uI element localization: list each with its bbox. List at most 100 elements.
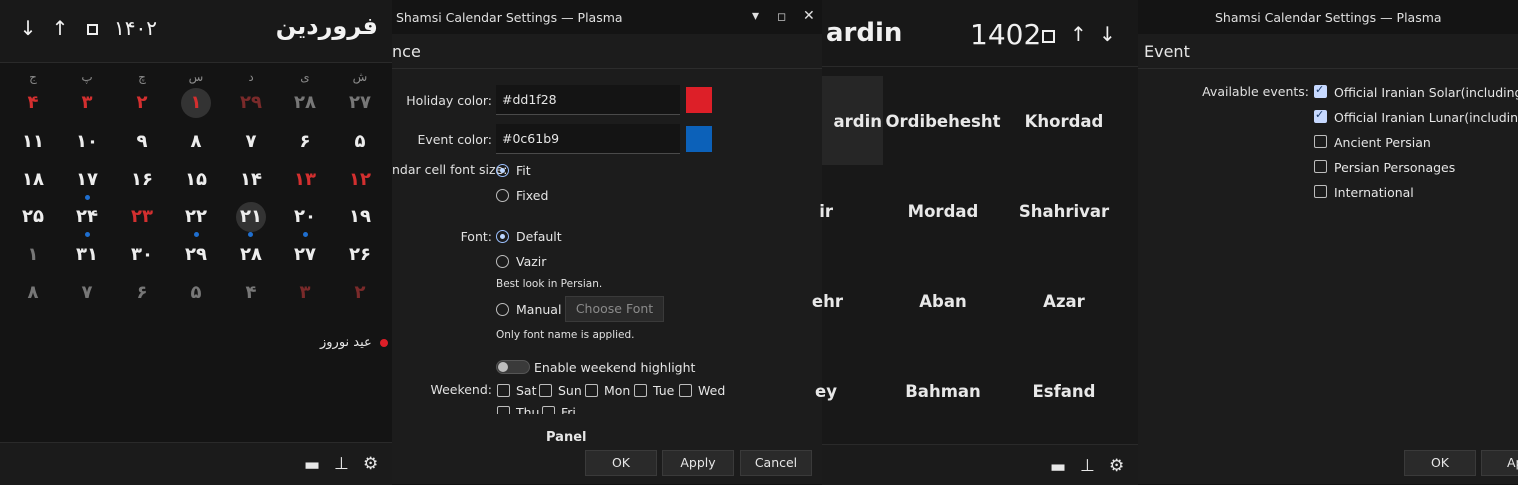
calendar-day[interactable]: ۱	[176, 92, 216, 113]
month-cell[interactable]: ehr	[762, 292, 843, 311]
today-square-icon[interactable]	[82, 16, 102, 40]
weekend-wed-checkbox[interactable]	[679, 384, 692, 397]
calendar-day[interactable]: ۱۷	[67, 169, 107, 190]
fit-radio[interactable]	[496, 164, 509, 177]
calendar-day[interactable]: ۱۸	[13, 169, 53, 190]
weekend-thu-checkbox[interactable]	[497, 406, 510, 414]
gear-icon[interactable]: ⚙	[363, 454, 378, 474]
calendar-day[interactable]: ۳۰	[122, 244, 162, 265]
manual-font-radio[interactable]	[496, 303, 509, 316]
holiday-color-field[interactable]: #dd1f28	[496, 85, 680, 115]
weekend-highlight-toggle[interactable]	[496, 360, 530, 374]
event-color-swatch[interactable]	[686, 126, 712, 152]
calendar-day[interactable]: ۲۸	[231, 244, 271, 265]
calendar-day[interactable]: ۳۱	[67, 244, 107, 265]
pin-icon[interactable]: ⊥	[334, 454, 349, 474]
arrow-up-icon[interactable]: ↑	[50, 16, 70, 40]
calendar-day[interactable]: ۳	[285, 282, 325, 303]
event-checkbox-international[interactable]	[1314, 185, 1327, 198]
vazir-font-radio[interactable]	[496, 255, 509, 268]
month-cell[interactable]: Shahrivar	[1004, 202, 1124, 221]
apply-button[interactable]: Apply	[662, 450, 734, 476]
close-icon[interactable]: ✕	[803, 8, 815, 24]
ok-button[interactable]: OK	[585, 450, 657, 476]
choose-font-button[interactable]: Choose Font	[565, 296, 664, 322]
calendar-day[interactable]: ۲۸	[285, 92, 325, 113]
chat-icon[interactable]: ▬	[1050, 457, 1066, 477]
ok-button[interactable]: OK	[1404, 450, 1476, 476]
month-cell[interactable]: ir	[762, 202, 833, 221]
default-font-radio[interactable]	[496, 230, 509, 243]
holiday-color-swatch[interactable]	[686, 87, 712, 113]
pin-icon[interactable]: ⊥	[1080, 456, 1095, 476]
calendar-day[interactable]: ۱۵	[176, 169, 216, 190]
calendar-day[interactable]: ۶	[285, 131, 325, 152]
month-cell[interactable]: Bahman	[883, 382, 1003, 401]
event-checkbox-solar[interactable]	[1314, 83, 1327, 98]
calendar-day[interactable]: ۱	[13, 244, 53, 265]
calendar-day[interactable]: ۲۳	[122, 206, 162, 227]
calendar-day[interactable]: ۷	[231, 131, 271, 152]
calendar-day[interactable]: ۱۰	[67, 131, 107, 152]
month-view-title: ardin	[826, 18, 903, 48]
calendar-day[interactable]: ۸	[13, 282, 53, 303]
month-cell[interactable]: ardin	[762, 112, 883, 131]
month-cell[interactable]: Khordad	[1004, 112, 1124, 131]
calendar-day[interactable]: ۱۶	[122, 169, 162, 190]
month-cell[interactable]: Aban	[883, 292, 1003, 311]
maximize-icon[interactable]: ◻	[777, 10, 786, 23]
arrow-down-icon[interactable]: ↓	[18, 16, 38, 40]
month-cell[interactable]: Mordad	[883, 202, 1003, 221]
window-titlebar: Shamsi Calendar Settings — Plasma ▾ ◻ ✕	[392, 0, 822, 34]
calendar-day[interactable]: ۱۴	[231, 169, 271, 190]
calendar-day[interactable]: ۱۳	[285, 169, 325, 190]
weekend-tue-checkbox[interactable]	[634, 384, 647, 397]
calendar-day[interactable]: ۵	[340, 131, 380, 152]
cancel-button[interactable]: Cancel	[740, 450, 812, 476]
calendar-day[interactable]: ۲۰	[285, 206, 325, 227]
chat-icon[interactable]: ▬	[304, 455, 320, 475]
arrow-down-icon[interactable]: ↓	[1099, 22, 1116, 46]
calendar-day[interactable]: ۷	[67, 282, 107, 303]
calendar-day[interactable]: ۲۶	[340, 244, 380, 265]
calendar-day[interactable]: ۱۹	[340, 206, 380, 227]
month-cell[interactable]: Azar	[1004, 292, 1124, 311]
event-checkbox-personages[interactable]	[1314, 160, 1327, 173]
today-square-icon[interactable]	[1042, 28, 1055, 47]
month-cell[interactable]: ey	[762, 382, 837, 401]
event-color-field[interactable]: #0c61b9	[496, 124, 680, 154]
calendar-day[interactable]: ۳	[67, 92, 107, 113]
calendar-day[interactable]: ۶	[122, 282, 162, 303]
calendar-day[interactable]: ۸	[176, 131, 216, 152]
calendar-day[interactable]: ۱۲	[340, 169, 380, 190]
calendar-day[interactable]: ۲۲	[176, 206, 216, 227]
calendar-day[interactable]: ۲	[122, 92, 162, 113]
arrow-up-icon[interactable]: ↑	[1070, 22, 1087, 46]
calendar-day[interactable]: ۲۷	[285, 244, 325, 265]
weekend-mon-checkbox[interactable]	[585, 384, 598, 397]
calendar-day[interactable]: ۵	[176, 282, 216, 303]
weekend-sun-checkbox[interactable]	[539, 384, 552, 397]
month-cell[interactable]: Esfand	[1004, 382, 1124, 401]
calendar-day[interactable]: ۲	[340, 282, 380, 303]
apply-button[interactable]: Ap	[1481, 450, 1518, 476]
event-checkbox-lunar[interactable]	[1314, 108, 1327, 123]
minimize-icon[interactable]: ▾	[752, 8, 759, 24]
calendar-day[interactable]: ۲۴	[67, 206, 107, 227]
weekend-sat-checkbox[interactable]	[497, 384, 510, 397]
calendar-day[interactable]: ۲۹	[176, 244, 216, 265]
calendar-day[interactable]: ۹	[122, 131, 162, 152]
calendar-day[interactable]: ۲۷	[340, 92, 380, 113]
fixed-option-label: Fixed	[516, 188, 549, 203]
calendar-day[interactable]: ۲۱	[231, 206, 271, 227]
calendar-day[interactable]: ۴	[231, 282, 271, 303]
calendar-day[interactable]: ۲۵	[13, 206, 53, 227]
fixed-radio[interactable]	[496, 189, 509, 202]
weekend-fri-checkbox[interactable]	[542, 406, 555, 414]
calendar-day[interactable]: ۴	[13, 92, 53, 113]
calendar-day[interactable]: ۱۱	[13, 131, 53, 152]
gear-icon[interactable]: ⚙	[1109, 456, 1124, 476]
month-cell[interactable]: Ordibehesht	[883, 112, 1003, 131]
calendar-day[interactable]: ۲۹	[231, 92, 271, 113]
event-checkbox-ancient[interactable]	[1314, 135, 1327, 148]
